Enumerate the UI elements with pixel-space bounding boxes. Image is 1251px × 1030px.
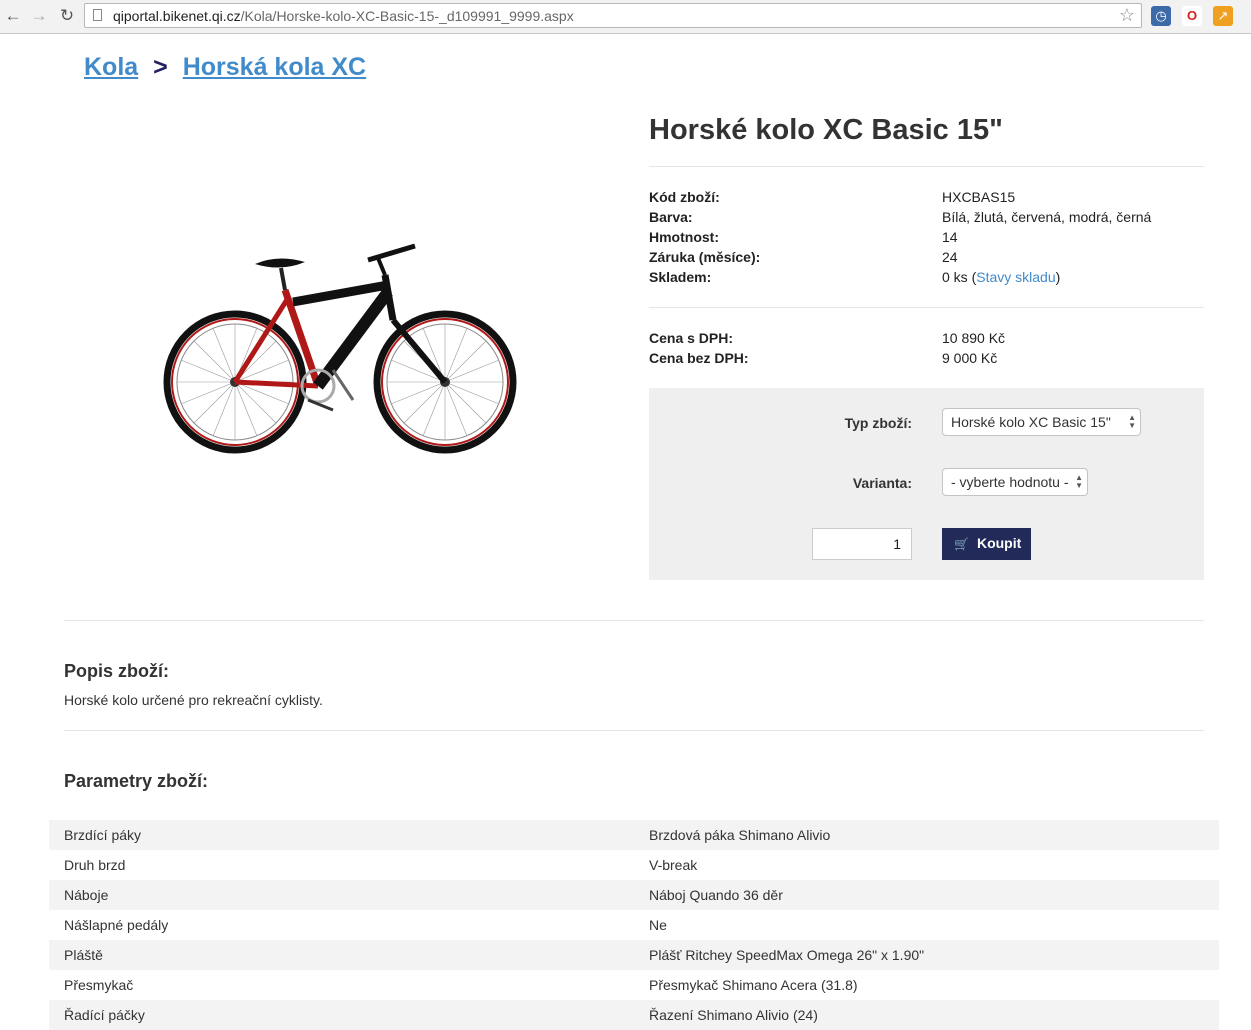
param-name: Nášlapné pedály <box>64 917 169 933</box>
prop-value-code: HXCBAS15 <box>942 189 1016 205</box>
price-without-vat: 9 000 Kč <box>942 350 998 366</box>
param-name: Přesmykač <box>64 977 134 993</box>
table-row: Přesmykač Přesmykač Shimano Acera (31.8) <box>49 970 1219 1000</box>
product-image <box>163 243 517 454</box>
param-name: Řadící páčky <box>64 1007 145 1023</box>
forward-icon[interactable]: → <box>30 6 48 26</box>
prop-label-warranty: Záruka (měsíce): <box>649 249 761 265</box>
prop-value-color: Bílá, žlutá, červená, modrá, černá <box>942 209 1152 225</box>
prop-label-code: Kód zboží: <box>649 189 720 205</box>
price-with-vat: 10 890 Kč <box>942 330 1006 346</box>
stock-suffix: ) <box>1055 269 1061 285</box>
breadcrumb-separator: > <box>153 53 168 81</box>
variant-select[interactable]: - vyberte hodnotu - ▲ ▼ <box>942 468 1088 496</box>
buy-box: Typ zboží: Horské kolo XC Basic 15" ▲ ▼ V… <box>649 388 1204 580</box>
prop-label-weight: Hmotnost: <box>649 229 719 245</box>
url-host: qiportal.bikenet.qi.cz <box>113 8 241 24</box>
table-row: Nášlapné pedály Ne <box>49 910 1219 940</box>
reload-icon[interactable]: ↻ <box>58 6 76 26</box>
table-row: Náboje Náboj Quando 36 děr <box>49 880 1219 910</box>
opera-extension-icon[interactable]: O <box>1182 6 1202 26</box>
page-icon <box>93 9 102 21</box>
param-name: Náboje <box>64 887 109 903</box>
clock-extension-icon[interactable]: ◷ <box>1151 6 1171 26</box>
table-row: Brzdící páky Brzdová páka Shimano Alivio <box>49 820 1219 850</box>
product-title: Horské kolo XC Basic 15" <box>649 114 1003 146</box>
variant-select-value: - vyberte hodnotu - <box>951 474 1069 490</box>
buy-button[interactable]: 🛒 Koupit <box>942 528 1031 560</box>
divider <box>64 730 1204 731</box>
chart-extension-icon[interactable]: ↗ <box>1213 6 1233 26</box>
breadcrumb-link-kola[interactable]: Kola <box>84 53 138 81</box>
param-value: Plášť Ritchey SpeedMax Omega 26" x 1.90" <box>649 947 925 963</box>
url-path: /Kola/Horske-kolo-XC-Basic-15-_d109991_9… <box>240 8 574 24</box>
table-row: Pláště Plášť Ritchey SpeedMax Omega 26" … <box>49 940 1219 970</box>
stock-status-link[interactable]: Stavy skladu <box>976 269 1055 285</box>
url-text: qiportal.bikenet.qi.cz/Kola/Horske-kolo-… <box>113 8 574 24</box>
param-value: Ne <box>649 917 667 933</box>
price-label-without-vat: Cena bez DPH: <box>649 350 749 366</box>
select-arrows-icon: ▲ ▼ <box>1075 473 1083 490</box>
select-arrows-icon: ▲ ▼ <box>1128 413 1136 430</box>
param-name: Pláště <box>64 947 103 963</box>
prop-value-stock: 0 ks (Stavy skladu) <box>942 269 1060 285</box>
bookmark-star-icon[interactable]: ☆ <box>1119 5 1135 26</box>
param-name: Druh brzd <box>64 857 126 873</box>
parameters-table: Brzdící páky Brzdová páka Shimano Alivio… <box>49 820 1219 1030</box>
prop-value-weight: 14 <box>942 229 958 245</box>
divider <box>649 307 1204 308</box>
browser-toolbar: ← → ↻ qiportal.bikenet.qi.cz/Kola/Horske… <box>0 0 1251 34</box>
description-title: Popis zboží: <box>64 661 169 681</box>
table-row: Řadící páčky Řazení Shimano Alivio (24) <box>49 1000 1219 1030</box>
prop-label-color: Barva: <box>649 209 693 225</box>
divider <box>649 166 1204 167</box>
stock-count: 0 ks ( <box>942 269 977 285</box>
parameters-title: Parametry zboží: <box>64 771 209 791</box>
buy-button-label: Koupit <box>976 535 1022 551</box>
type-select[interactable]: Horské kolo XC Basic 15" ▲ ▼ <box>942 408 1141 436</box>
param-name: Brzdící páky <box>64 827 142 843</box>
type-select-value: Horské kolo XC Basic 15" <box>951 414 1111 430</box>
back-icon[interactable]: ← <box>4 6 22 26</box>
param-value: Brzdová páka Shimano Alivio <box>649 827 831 843</box>
breadcrumb-link-horska-kola-xc[interactable]: Horská kola XC <box>183 53 366 81</box>
variant-label: Varianta: <box>852 475 912 491</box>
address-bar[interactable]: qiportal.bikenet.qi.cz/Kola/Horske-kolo-… <box>84 3 1142 28</box>
prop-value-warranty: 24 <box>942 249 958 265</box>
param-value: V-break <box>649 857 698 873</box>
cart-icon: 🛒 <box>954 537 969 551</box>
quantity-input[interactable]: 1 <box>812 528 912 560</box>
prop-label-stock: Skladem: <box>649 269 712 285</box>
description-text: Horské kolo určené pro rekreační cyklist… <box>64 692 323 708</box>
price-label-with-vat: Cena s DPH: <box>649 330 734 346</box>
param-value: Řazení Shimano Alivio (24) <box>649 1007 818 1023</box>
type-label: Typ zboží: <box>844 415 912 431</box>
param-value: Přesmykač Shimano Acera (31.8) <box>649 977 858 993</box>
param-value: Náboj Quando 36 děr <box>649 887 783 903</box>
divider <box>64 620 1204 621</box>
breadcrumb: Kola > Horská kola XC <box>84 53 366 82</box>
table-row: Druh brzd V-break <box>49 850 1219 880</box>
